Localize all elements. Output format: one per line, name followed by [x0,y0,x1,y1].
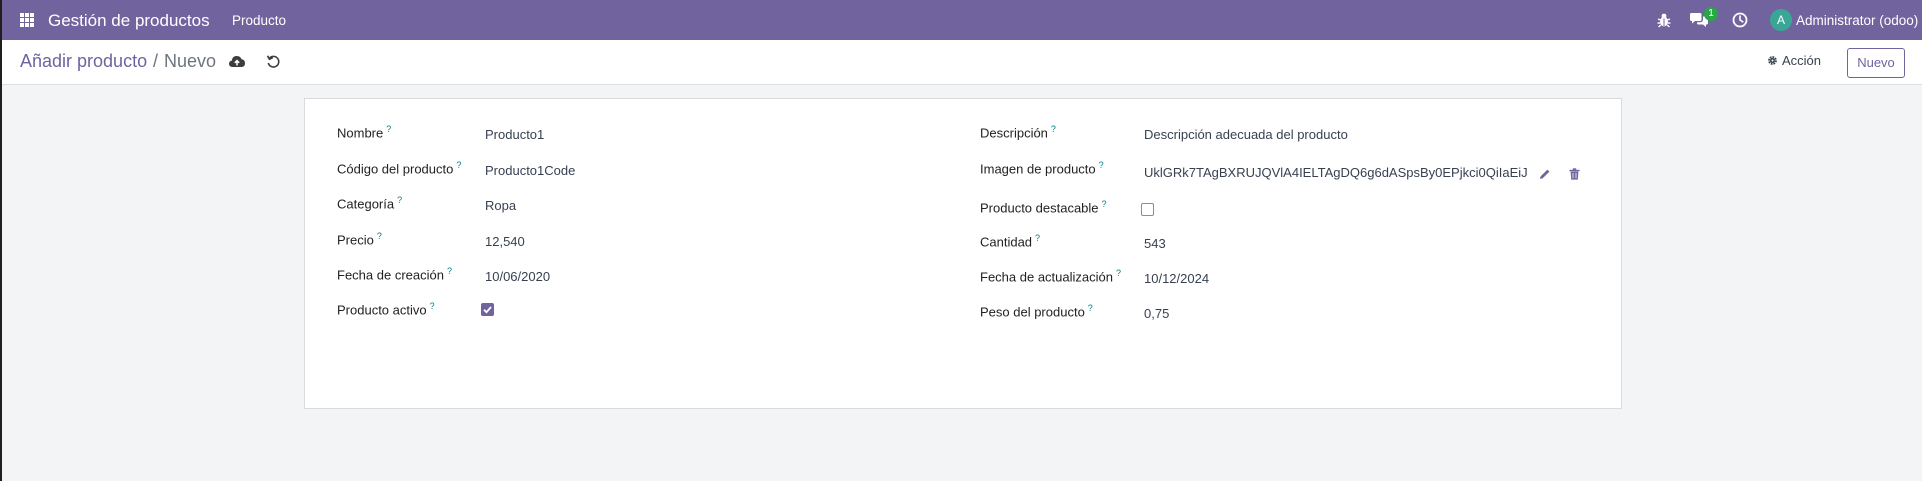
bug-icon[interactable] [1656,12,1672,28]
field-precio[interactable]: 12,540 [485,234,525,249]
cloud-upload-icon[interactable] [228,54,246,68]
help-marker[interactable]: ? [430,301,435,311]
apps-menu-icon[interactable] [20,13,34,27]
action-button[interactable]: Acción [1767,53,1821,68]
label-producto-activo: Producto activo? [337,301,435,318]
user-menu[interactable]: Administrator (odoo) [1796,13,1918,28]
trash-icon[interactable] [1569,168,1580,180]
help-marker[interactable]: ? [1051,124,1056,134]
menu-item-producto[interactable]: Producto [232,13,286,28]
breadcrumb-separator: / [153,51,159,71]
field-descripcion[interactable]: Descripción adecuada del producto [1144,127,1348,142]
help-marker[interactable]: ? [1102,199,1107,209]
discard-icon[interactable] [266,54,281,69]
app-title[interactable]: Gestión de productos [48,11,210,31]
label-codigo-producto: Código del producto? [337,160,462,177]
label-categoria: Categoría? [337,195,403,212]
clock-icon[interactable] [1732,12,1748,28]
field-imagen-producto[interactable]: UklGRk7TAgBXRUJQVlA4IELTAgDQ6g6dASpsBy0E… [1144,165,1528,180]
help-marker[interactable]: ? [1099,160,1104,170]
help-marker[interactable]: ? [1116,268,1121,278]
action-label: Acción [1782,53,1822,68]
field-fecha-creacion[interactable]: 10/06/2020 [485,269,550,284]
pencil-icon[interactable] [1539,168,1551,180]
top-navbar: Gestión de productos Producto 1 A Admini… [2,0,1922,40]
form-sheet: Nombre? Producto1 Código del producto? P… [304,98,1622,409]
field-peso-producto[interactable]: 0,75 [1144,306,1169,321]
help-marker[interactable]: ? [386,124,391,134]
chat-badge: 1 [1704,7,1718,21]
field-fecha-actualizacion[interactable]: 10/12/2024 [1144,271,1209,286]
label-peso-producto: Peso del producto? [980,303,1093,320]
checkbox-producto-destacable[interactable] [1141,203,1154,216]
label-imagen-producto: Imagen de producto? [980,160,1104,177]
breadcrumb-current: Nuevo [164,51,217,71]
help-marker[interactable]: ? [1088,303,1093,313]
label-fecha-creacion: Fecha de creación? [337,266,452,283]
field-categoria[interactable]: Ropa [485,198,516,213]
control-panel: Añadir producto / Nuevo Acción Nuevo [2,40,1922,85]
label-producto-destacable: Producto destacable? [980,199,1107,216]
label-descripcion: Descripción? [980,124,1056,141]
field-cantidad[interactable]: 543 [1144,236,1166,251]
avatar[interactable]: A [1770,9,1792,31]
checkbox-producto-activo[interactable] [481,303,494,316]
field-nombre[interactable]: Producto1 [485,127,544,142]
gear-icon [1768,56,1777,65]
help-marker[interactable]: ? [377,231,382,241]
label-nombre: Nombre? [337,124,392,141]
field-codigo-producto[interactable]: Producto1Code [485,163,575,178]
help-marker[interactable]: ? [397,195,402,205]
help-marker[interactable]: ? [447,266,452,276]
help-marker[interactable]: ? [1035,233,1040,243]
label-precio: Precio? [337,231,382,248]
label-fecha-actualizacion: Fecha de actualización? [980,268,1121,285]
label-cantidad: Cantidad? [980,233,1041,250]
breadcrumb-parent[interactable]: Añadir producto [20,51,147,72]
new-button[interactable]: Nuevo [1847,48,1905,78]
check-icon [483,306,492,314]
help-marker[interactable]: ? [456,160,461,170]
